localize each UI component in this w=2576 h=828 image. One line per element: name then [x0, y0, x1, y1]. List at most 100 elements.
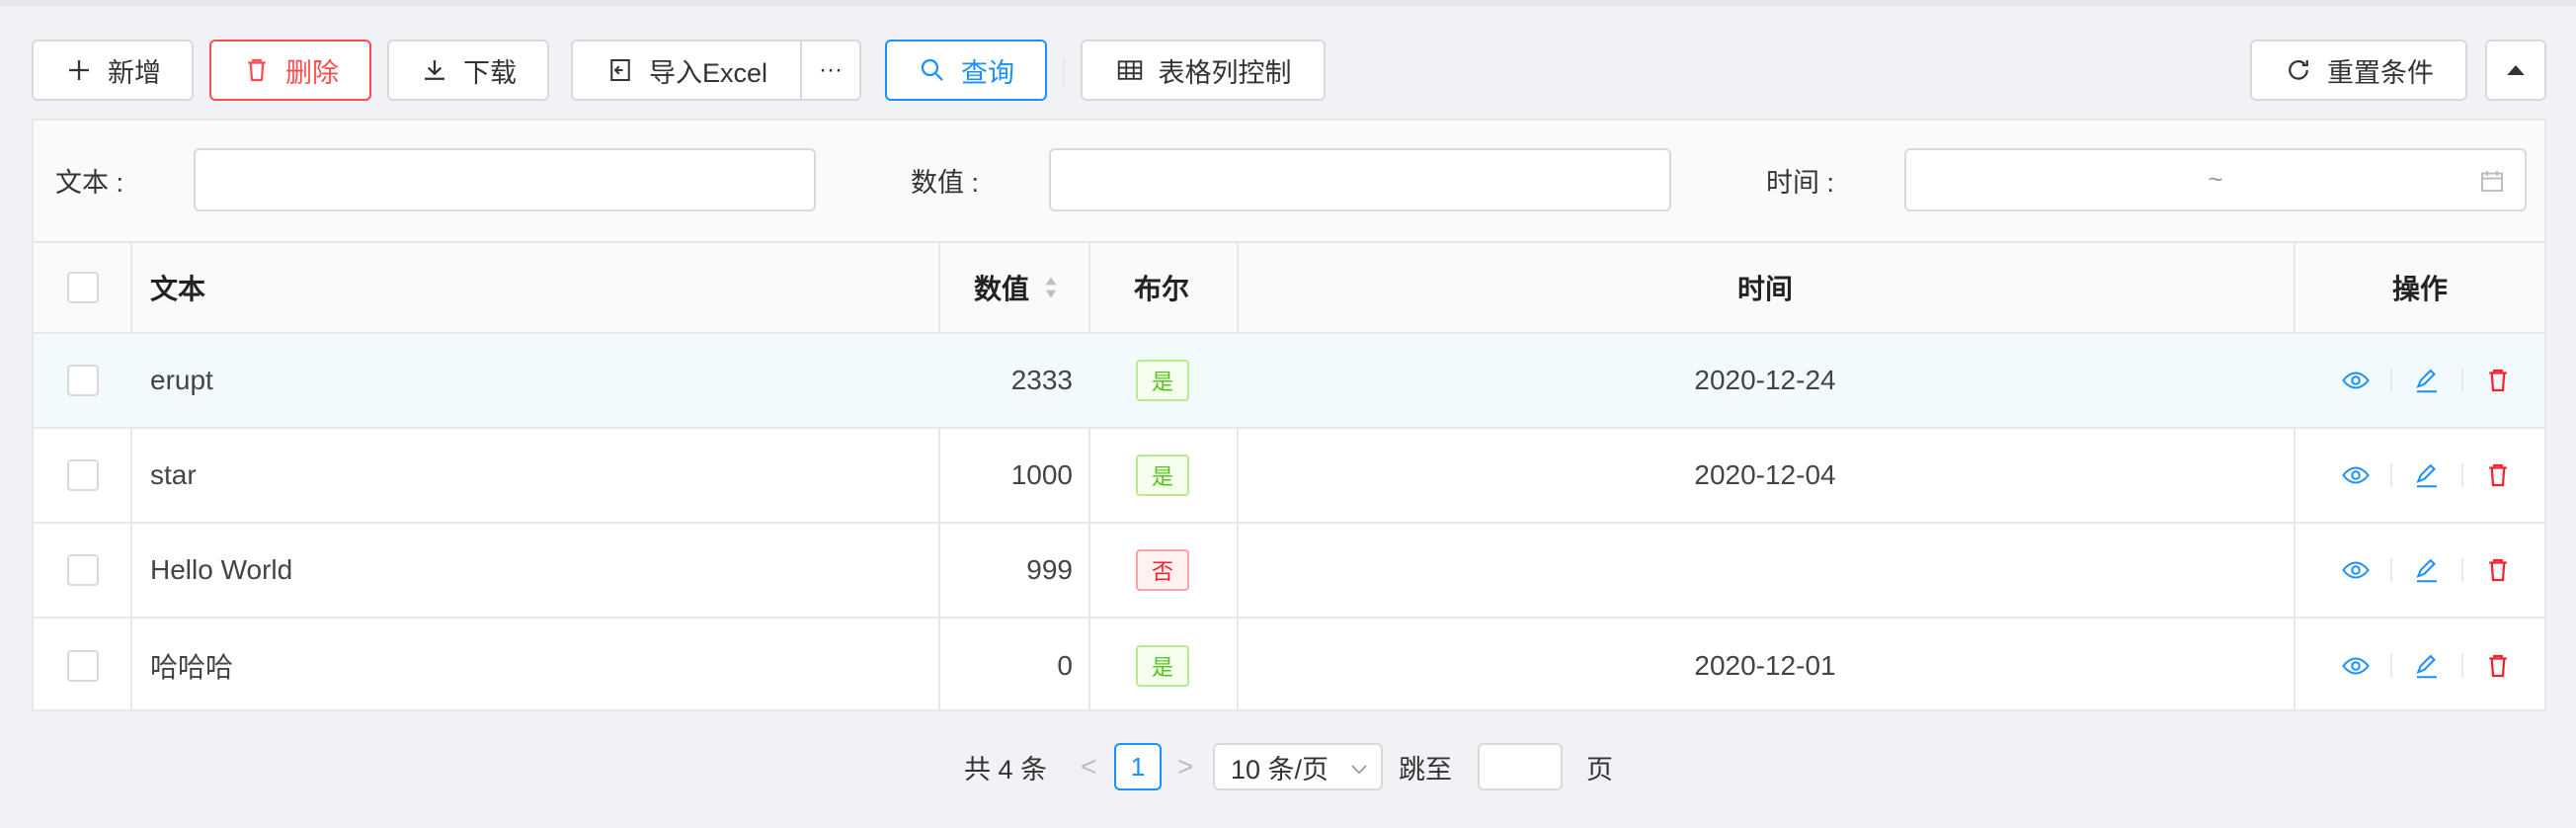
header-bool[interactable]: 布尔 — [1134, 243, 1189, 332]
cell-bool: 是 — [1088, 429, 1237, 522]
cell-number: 0 — [1057, 650, 1073, 681]
table-icon — [1117, 60, 1142, 80]
row-checkbox[interactable] — [67, 554, 99, 586]
header-action: 操作 — [2392, 274, 2449, 304]
calendar-icon — [2481, 171, 2503, 192]
page-size-label: 10 条/页 — [1231, 754, 1329, 785]
total-count: 共 4 条 — [964, 754, 1048, 785]
row-select-cell — [67, 619, 99, 713]
cell-bool: 是 — [1088, 619, 1237, 713]
collapse-button[interactable] — [2485, 40, 2546, 101]
delete-icon[interactable] — [2477, 455, 2519, 496]
view-icon[interactable] — [2335, 360, 2376, 401]
row-checkbox[interactable] — [67, 650, 99, 682]
cell-bool: 是 — [1088, 334, 1237, 427]
edit-icon[interactable] — [2406, 549, 2448, 591]
action-divider — [2461, 558, 2463, 582]
select-all-cell — [67, 243, 99, 332]
delete-icon[interactable] — [2477, 549, 2519, 591]
jump-page-input[interactable] — [1478, 743, 1563, 790]
delete-icon[interactable] — [2477, 645, 2519, 687]
delete-button-label: 删除 — [285, 57, 339, 88]
caret-up-icon — [2507, 65, 2525, 75]
reset-button[interactable]: 重置条件 — [2250, 40, 2467, 101]
jump-label: 跳至 — [1399, 754, 1452, 785]
add-button[interactable]: 新增 — [32, 40, 194, 101]
view-icon[interactable] — [2335, 455, 2376, 496]
bool-tag: 是 — [1136, 645, 1189, 687]
time-range-picker[interactable]: ~ — [1904, 148, 2527, 211]
row-actions — [2335, 429, 2519, 522]
prev-page-button[interactable]: < — [1081, 743, 1096, 790]
range-separator: ~ — [2208, 164, 2223, 194]
text-filter-input[interactable] — [194, 148, 816, 211]
row-checkbox[interactable] — [67, 365, 99, 396]
cell-text: 哈哈哈 — [150, 652, 234, 683]
page-number-1[interactable]: 1 — [1114, 743, 1162, 790]
edit-icon[interactable] — [2406, 360, 2448, 401]
header-text[interactable]: 文本 — [150, 243, 205, 332]
page-suffix-label: 页 — [1586, 754, 1613, 785]
table-row[interactable]: erupt 2333 是 2020-12-24 — [34, 334, 2544, 429]
cell-time: 2020-12-24 — [1694, 365, 1836, 395]
action-divider — [2461, 369, 2463, 392]
cell-bool: 否 — [1088, 524, 1237, 617]
reset-button-label: 重置条件 — [2327, 57, 2434, 88]
import-excel-label: 导入Excel — [648, 57, 768, 88]
cell-time: 2020-12-04 — [1694, 459, 1836, 490]
bool-tag: 是 — [1136, 360, 1189, 401]
row-select-cell — [67, 429, 99, 522]
import-icon — [610, 59, 630, 81]
row-actions — [2335, 619, 2519, 713]
import-excel-button[interactable]: 导入Excel — [571, 40, 802, 101]
row-actions — [2335, 334, 2519, 427]
table-row[interactable]: Hello World 999 否 — [34, 524, 2544, 619]
bool-tag: 是 — [1136, 455, 1189, 496]
download-button-label: 下载 — [463, 57, 517, 88]
search-panel: 文本 : 数值 : 时间 : ~ — [32, 119, 2546, 241]
table-row[interactable]: 哈哈哈 0 是 2020-12-01 — [34, 619, 2544, 713]
toolbar-divider — [1063, 59, 1065, 87]
download-icon — [425, 60, 444, 80]
row-actions — [2335, 524, 2519, 617]
header-time[interactable]: 时间 — [1737, 243, 1793, 332]
page-size-select[interactable]: 10 条/页 — [1213, 743, 1383, 790]
cell-number: 2333 — [1010, 365, 1073, 395]
cell-time: 2020-12-01 — [1694, 650, 1836, 681]
query-button-label: 查询 — [961, 57, 1014, 88]
cell-number: 999 — [1026, 554, 1073, 585]
header-number[interactable]: 数值 — [974, 243, 1059, 332]
time-filter-label: 时间 : — [1766, 167, 1835, 198]
edit-icon[interactable] — [2406, 645, 2448, 687]
sort-icon[interactable] — [1043, 274, 1059, 301]
number-filter-label: 数值 : — [911, 167, 980, 198]
view-icon[interactable] — [2335, 549, 2376, 591]
select-all-checkbox[interactable] — [67, 272, 99, 303]
more-button[interactable]: ··· — [800, 40, 861, 101]
cell-number: 1000 — [1010, 459, 1073, 490]
cell-text: Hello World — [150, 554, 293, 585]
column-control-button[interactable]: 表格列控制 — [1081, 40, 1326, 101]
cell-time — [1237, 524, 2294, 617]
next-page-button[interactable]: > — [1177, 743, 1193, 790]
add-button-label: 新增 — [108, 57, 161, 88]
action-divider — [2461, 654, 2463, 678]
query-button[interactable]: 查询 — [885, 40, 1047, 101]
edit-icon[interactable] — [2406, 455, 2448, 496]
search-icon — [921, 58, 943, 81]
table-header: 文本 数值 布尔 时间 操作 — [34, 243, 2544, 334]
row-checkbox[interactable] — [67, 459, 99, 491]
refresh-icon — [2289, 60, 2308, 80]
cell-text: star — [150, 459, 197, 490]
row-select-cell — [67, 334, 99, 427]
more-icon: ··· — [819, 56, 843, 83]
delete-icon[interactable] — [2477, 360, 2519, 401]
number-filter-input[interactable] — [1049, 148, 1671, 211]
bool-tag: 否 — [1136, 549, 1189, 591]
action-divider — [2390, 463, 2392, 487]
view-icon[interactable] — [2335, 645, 2376, 687]
delete-button[interactable]: 删除 — [209, 40, 371, 101]
table-row[interactable]: star 1000 是 2020-12-04 — [34, 429, 2544, 524]
download-button[interactable]: 下载 — [387, 40, 549, 101]
column-control-label: 表格列控制 — [1158, 57, 1292, 88]
